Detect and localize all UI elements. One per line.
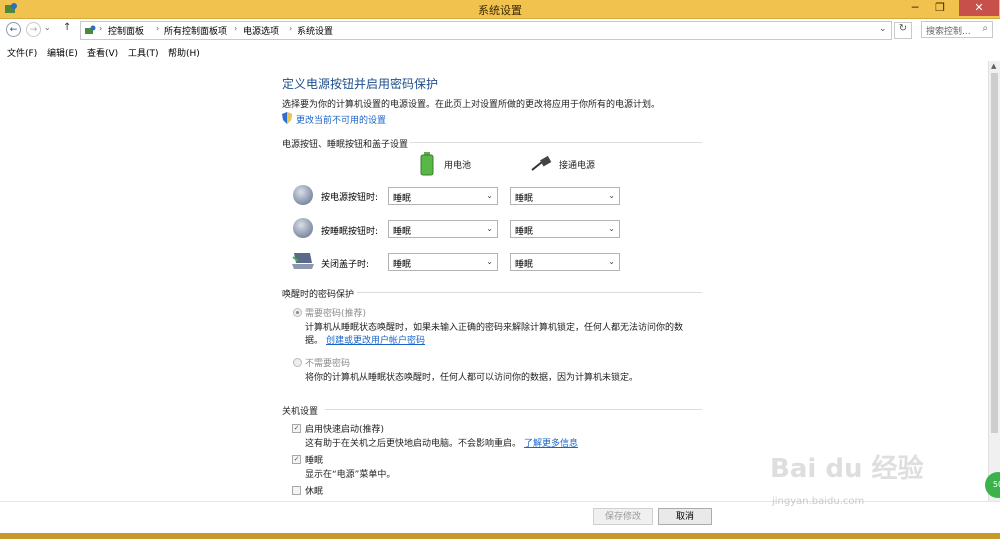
chevron-right-icon: › bbox=[99, 24, 103, 33]
no-password-label: 不需要密码 bbox=[305, 359, 351, 369]
menu-bar: 文件(F) 编辑(E) 查看(V) 工具(T) 帮助(H) bbox=[0, 43, 1000, 61]
scroll-up-icon[interactable]: ▲ bbox=[991, 62, 996, 70]
power-plug-icon bbox=[531, 156, 552, 171]
divider bbox=[357, 292, 702, 293]
select-value: 睡眠 bbox=[515, 227, 534, 237]
breadcrumb-control-panel[interactable]: 控制面板 bbox=[108, 24, 144, 37]
require-password-radio[interactable] bbox=[293, 308, 302, 317]
chevron-down-icon: ⌄ bbox=[486, 257, 493, 266]
minimize-button[interactable]: ─ bbox=[905, 0, 925, 16]
hibernate-checkbox[interactable] bbox=[292, 486, 301, 495]
cancel-button[interactable]: 取消 bbox=[658, 508, 712, 525]
sleep-description: 显示在“电源”菜单中。 bbox=[305, 470, 396, 480]
power-button-battery-select[interactable]: 睡眠 ⌄ bbox=[388, 187, 498, 205]
refresh-button[interactable]: ↻ bbox=[894, 22, 912, 39]
section-shutdown-title: 关机设置 bbox=[282, 407, 319, 417]
restore-button[interactable]: ❐ bbox=[930, 0, 950, 16]
sleep-button-label: 按睡眠按钮时: bbox=[321, 227, 379, 237]
fast-startup-checkbox[interactable]: ✓ bbox=[292, 424, 301, 433]
select-value: 睡眠 bbox=[393, 227, 412, 237]
sleep-button-plugged-select[interactable]: 睡眠 ⌄ bbox=[510, 220, 620, 238]
sleep-checkbox[interactable]: ✓ bbox=[292, 455, 301, 464]
sleep-button-battery-select[interactable]: 睡眠 ⌄ bbox=[388, 220, 498, 238]
chevron-down-icon: ⌄ bbox=[608, 257, 615, 266]
no-password-description: 将你的计算机从睡眠状态唤醒时，任何人都可以访问你的数据，因为计算机未锁定。 bbox=[305, 373, 639, 383]
breadcrumb-system-settings[interactable]: 系统设置 bbox=[297, 24, 333, 37]
menu-edit[interactable]: 编辑(E) bbox=[47, 46, 78, 59]
divider bbox=[325, 409, 702, 410]
breadcrumb-all-items[interactable]: 所有控制面板项 bbox=[164, 24, 227, 37]
close-lid-battery-select[interactable]: 睡眠 ⌄ bbox=[388, 253, 498, 271]
chevron-down-icon: ⌄ bbox=[608, 224, 615, 233]
close-lid-plugged-select[interactable]: 睡眠 ⌄ bbox=[510, 253, 620, 271]
search-icon[interactable]: ⌕ bbox=[982, 23, 988, 34]
back-button[interactable]: ← bbox=[6, 22, 21, 37]
hibernate-label: 休眠 bbox=[305, 487, 324, 497]
learn-more-link[interactable]: 了解更多信息 bbox=[524, 439, 578, 449]
chevron-down-icon: ⌄ bbox=[608, 191, 615, 200]
menu-view[interactable]: 查看(V) bbox=[87, 46, 118, 59]
battery-icon bbox=[420, 152, 434, 176]
change-unavailable-settings-link[interactable]: 更改当前不可用的设置 bbox=[296, 113, 386, 126]
up-button[interactable]: ↑ bbox=[63, 22, 71, 33]
no-password-radio[interactable] bbox=[293, 358, 302, 367]
sleep-button-icon bbox=[293, 218, 313, 238]
close-button[interactable]: ✕ bbox=[959, 0, 999, 16]
chevron-right-icon: › bbox=[289, 24, 293, 33]
select-value: 睡眠 bbox=[515, 260, 534, 270]
require-password-description-end: 据。 创建或更改用户帐户密码 bbox=[305, 333, 425, 346]
history-dropdown-icon[interactable]: ⌄ bbox=[44, 23, 51, 32]
description-text: 这有助于在关机之后更快地启动电脑。不会影响重启。 bbox=[305, 439, 522, 449]
power-button-label: 按电源按钮时: bbox=[321, 193, 379, 203]
control-panel-icon bbox=[85, 25, 96, 34]
power-button-plugged-select[interactable]: 睡眠 ⌄ bbox=[510, 187, 620, 205]
select-value: 睡眠 bbox=[515, 194, 534, 204]
menu-help[interactable]: 帮助(H) bbox=[168, 46, 200, 59]
forward-button[interactable]: → bbox=[26, 22, 41, 37]
menu-tools[interactable]: 工具(T) bbox=[128, 46, 159, 59]
page-title: 定义电源按钮并启用密码保护 bbox=[282, 77, 439, 91]
taskbar[interactable] bbox=[0, 533, 1000, 539]
select-value: 睡眠 bbox=[393, 260, 412, 270]
fast-startup-description: 这有助于在关机之后更快地启动电脑。不会影响重启。 了解更多信息 bbox=[305, 436, 578, 449]
scrollbar-thumb[interactable] bbox=[991, 73, 998, 433]
fast-startup-label: 启用快速启动(推荐) bbox=[305, 425, 385, 435]
section-wake-password-title: 唤醒时的密码保护 bbox=[282, 290, 355, 300]
create-password-link[interactable]: 创建或更改用户帐户密码 bbox=[326, 336, 425, 346]
plugged-column-label: 接通电源 bbox=[559, 161, 596, 171]
page-description: 选择要为你的计算机设置的电源设置。在此页上对设置所做的更改将应用于你所有的电源计… bbox=[282, 100, 661, 110]
sleep-label: 睡眠 bbox=[305, 456, 324, 466]
select-value: 睡眠 bbox=[393, 194, 412, 204]
window-title: 系统设置 bbox=[478, 4, 522, 17]
menu-file[interactable]: 文件(F) bbox=[7, 46, 37, 59]
chevron-down-icon: ⌄ bbox=[486, 191, 493, 200]
vertical-scrollbar[interactable]: ▲ ▼ bbox=[988, 61, 1000, 501]
save-button[interactable]: 保存修改 bbox=[593, 508, 653, 525]
require-password-label: 需要密码(推荐) bbox=[305, 309, 367, 319]
close-lid-label: 关闭盖子时: bbox=[321, 260, 370, 270]
divider bbox=[410, 142, 702, 143]
baidu-watermark-url: jingyan.baidu.com bbox=[772, 496, 865, 507]
content-area bbox=[0, 61, 988, 501]
section-power-buttons-title: 电源按钮、睡眠按钮和盖子设置 bbox=[282, 140, 409, 150]
power-button-icon bbox=[293, 185, 313, 205]
search-placeholder: 搜索控制... bbox=[926, 27, 971, 37]
require-password-description: 计算机从睡眠状态唤醒时，如果未输入正确的密码来解除计算机锁定，任何人都无法访问你… bbox=[305, 323, 684, 333]
laptop-lid-icon bbox=[292, 253, 314, 269]
address-bar: ← → ⌄ ↑ › 控制面板 › 所有控制面板项 › 电源选项 › 系统设置 ⌄… bbox=[0, 19, 1000, 42]
description-text: 据。 bbox=[305, 336, 324, 346]
chevron-right-icon: › bbox=[156, 24, 160, 33]
search-input[interactable]: 搜索控制... ⌕ bbox=[921, 21, 993, 38]
chevron-down-icon: ⌄ bbox=[486, 224, 493, 233]
uac-shield-icon bbox=[282, 112, 292, 124]
title-bar: 系统设置 ─ ❐ ✕ bbox=[0, 0, 1000, 19]
battery-column-label: 用电池 bbox=[444, 161, 472, 171]
breadcrumb[interactable]: › 控制面板 › 所有控制面板项 › 电源选项 › 系统设置 ⌄ bbox=[80, 21, 892, 40]
breadcrumb-power-options[interactable]: 电源选项 bbox=[243, 24, 279, 37]
address-dropdown-icon[interactable]: ⌄ bbox=[879, 24, 887, 34]
chevron-right-icon: › bbox=[234, 24, 238, 33]
baidu-watermark: Bai du 经验 bbox=[770, 454, 924, 484]
